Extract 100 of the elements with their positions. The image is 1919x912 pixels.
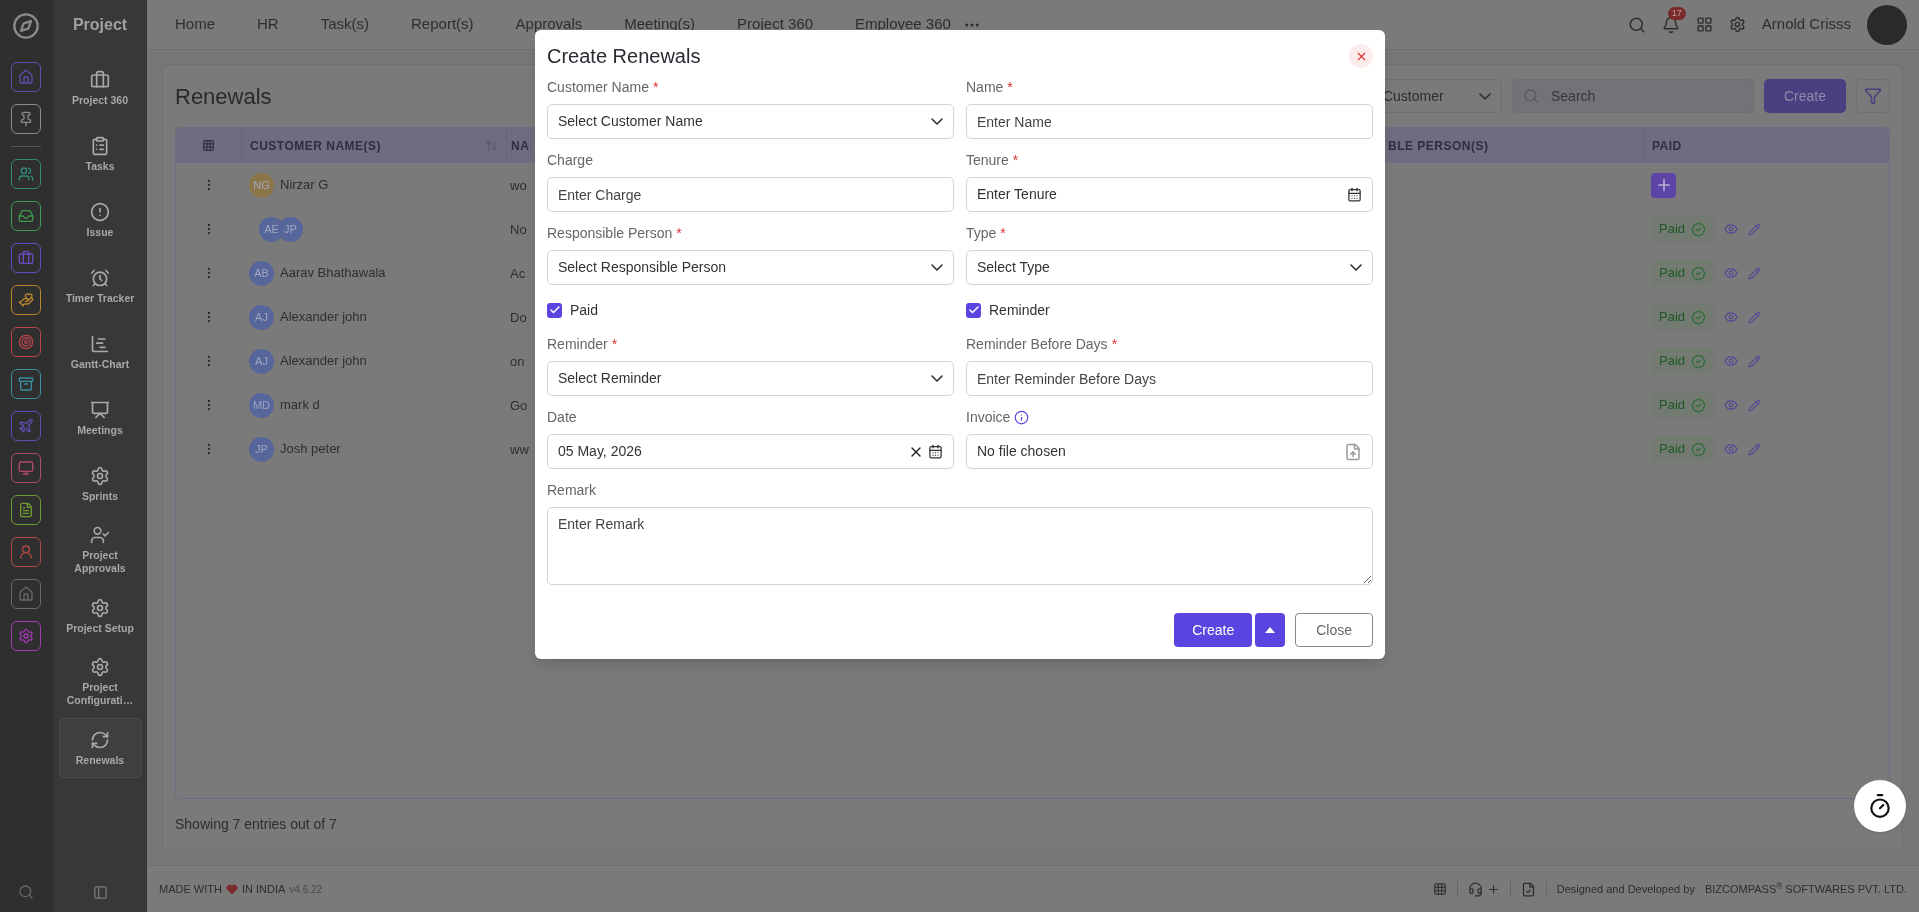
nav-link[interactable]: Task(s) bbox=[320, 13, 370, 36]
table-cell: Go bbox=[510, 398, 528, 413]
select-field[interactable]: Select Responsible Person bbox=[547, 250, 954, 285]
edit-icon[interactable] bbox=[1748, 398, 1762, 412]
sidebar-item[interactable]: Timer Tracker bbox=[58, 256, 142, 316]
footer-in-india: IN INDIA bbox=[241, 881, 286, 897]
select-field[interactable]: Select Customer Name bbox=[547, 104, 954, 139]
select-field[interactable]: Select Type bbox=[966, 250, 1373, 285]
nav-link[interactable]: Home bbox=[175, 13, 215, 36]
apps-grid-icon[interactable] bbox=[1695, 16, 1713, 33]
bell-icon[interactable] bbox=[1661, 15, 1680, 34]
module-icon[interactable] bbox=[11, 495, 41, 525]
date-field[interactable]: 05 May, 2026 bbox=[547, 434, 954, 469]
filter-button[interactable] bbox=[1856, 79, 1890, 113]
sidebar-item[interactable]: Renewals bbox=[58, 718, 142, 778]
more-options-button[interactable] bbox=[1255, 613, 1286, 647]
support-icon[interactable] bbox=[1467, 881, 1483, 897]
module-icon[interactable] bbox=[11, 453, 41, 483]
alarm-clock-icon bbox=[90, 267, 110, 288]
view-icon[interactable] bbox=[1724, 266, 1739, 280]
edit-icon[interactable] bbox=[1748, 310, 1762, 324]
plus-icon[interactable] bbox=[1486, 882, 1500, 896]
chevron-down-icon bbox=[931, 118, 943, 125]
nav-link[interactable]: Report(s) bbox=[411, 13, 474, 36]
info-icon[interactable] bbox=[1014, 410, 1030, 425]
document-icon[interactable] bbox=[1520, 881, 1536, 897]
close-button[interactable] bbox=[1349, 44, 1373, 68]
columns-icon[interactable] bbox=[202, 139, 215, 152]
module-icon[interactable] bbox=[11, 201, 41, 231]
module-icon[interactable] bbox=[11, 411, 41, 441]
file-field[interactable]: No file chosen bbox=[966, 434, 1373, 469]
search-icon bbox=[1522, 88, 1539, 104]
field-label: Charge bbox=[547, 151, 593, 170]
user-avatar[interactable] bbox=[1867, 4, 1907, 45]
table-cell: on bbox=[510, 354, 525, 369]
close-dialog-button[interactable]: Close bbox=[1295, 613, 1373, 647]
badge-check-icon bbox=[1691, 441, 1707, 457]
edit-icon[interactable] bbox=[1748, 354, 1762, 368]
edit-icon[interactable] bbox=[1748, 222, 1762, 236]
sidebar-item[interactable]: Project Approvals bbox=[58, 520, 142, 580]
required-mark: * bbox=[1012, 151, 1019, 170]
checkbox[interactable] bbox=[966, 302, 981, 318]
module-icon[interactable] bbox=[11, 621, 41, 651]
badge-check-icon bbox=[1691, 353, 1707, 369]
table-cell: Ac bbox=[510, 266, 526, 281]
compass-logo-icon[interactable] bbox=[12, 12, 40, 40]
sidebar-item[interactable]: Gantt-Chart bbox=[58, 322, 142, 382]
required-mark: * bbox=[1007, 78, 1013, 97]
module-icon[interactable] bbox=[11, 285, 41, 315]
create-button[interactable]: Create bbox=[1763, 79, 1846, 113]
field-label: Responsible Person bbox=[547, 224, 673, 243]
input-field[interactable]: Enter Charge bbox=[547, 177, 954, 212]
view-icon[interactable] bbox=[1724, 354, 1739, 368]
remark-field[interactable]: Enter Remark bbox=[547, 507, 1373, 585]
create-button[interactable]: Create bbox=[1174, 613, 1253, 647]
caret-up-icon bbox=[1265, 627, 1276, 633]
edit-icon[interactable] bbox=[1748, 442, 1762, 456]
module-icon[interactable] bbox=[11, 243, 41, 273]
sidebar-item[interactable]: Issue bbox=[58, 190, 142, 250]
sidebar-item[interactable]: Project 360 bbox=[58, 58, 142, 118]
input-field[interactable]: Enter Name bbox=[966, 104, 1373, 139]
paid-status: Paid bbox=[1651, 260, 1715, 286]
module-icon[interactable] bbox=[11, 62, 41, 92]
calendar-icon[interactable] bbox=[1347, 187, 1362, 202]
calendar-icon[interactable] bbox=[928, 444, 943, 459]
module-icon[interactable] bbox=[11, 579, 41, 609]
view-icon[interactable] bbox=[1724, 310, 1739, 324]
module-icon[interactable] bbox=[11, 369, 41, 399]
sidebar-item[interactable]: Meetings bbox=[58, 388, 142, 448]
sidebar-item[interactable]: Sprints bbox=[58, 454, 142, 514]
settings-icon[interactable] bbox=[1728, 16, 1746, 33]
edit-icon[interactable] bbox=[1748, 266, 1762, 280]
search-field[interactable]: Search bbox=[1511, 79, 1754, 113]
sidebar-item[interactable]: Tasks bbox=[58, 124, 142, 184]
field-label: Remark bbox=[547, 481, 596, 500]
module-icon[interactable] bbox=[11, 159, 41, 189]
module-icon[interactable] bbox=[11, 327, 41, 357]
user-name[interactable]: Arnold Crisss bbox=[1761, 13, 1851, 36]
view-icon[interactable] bbox=[1724, 222, 1739, 236]
view-icon[interactable] bbox=[1724, 398, 1739, 412]
notification-badge: 17 bbox=[1667, 6, 1686, 20]
add-payment-button[interactable] bbox=[1651, 172, 1676, 198]
checkbox[interactable] bbox=[547, 302, 562, 318]
sidebar-item[interactable]: Project Setup bbox=[58, 586, 142, 646]
view-icon[interactable] bbox=[1724, 442, 1739, 456]
input-field[interactable]: Enter Reminder Before Days bbox=[966, 361, 1373, 396]
module-icon[interactable] bbox=[11, 537, 41, 567]
select-field[interactable]: Select Reminder bbox=[547, 361, 954, 396]
required-mark: * bbox=[611, 335, 618, 354]
module-icon[interactable] bbox=[11, 104, 41, 134]
date-field[interactable]: Enter Tenure bbox=[966, 177, 1373, 212]
required-mark: * bbox=[1111, 335, 1118, 354]
chevron-down-icon bbox=[931, 375, 943, 382]
search-icon[interactable] bbox=[1627, 15, 1646, 34]
footer-made-with: MADE WITH bbox=[159, 881, 222, 897]
nav-link[interactable]: HR bbox=[257, 13, 279, 36]
sidebar-item[interactable]: Project Configurati… bbox=[58, 652, 142, 712]
company-name: BIZCOMPASS$^{®}$ SOFTWARES PVT. LTD. bbox=[1704, 880, 1907, 897]
collapse-sidebar-icon[interactable] bbox=[92, 885, 108, 900]
search-icon[interactable] bbox=[18, 884, 34, 900]
